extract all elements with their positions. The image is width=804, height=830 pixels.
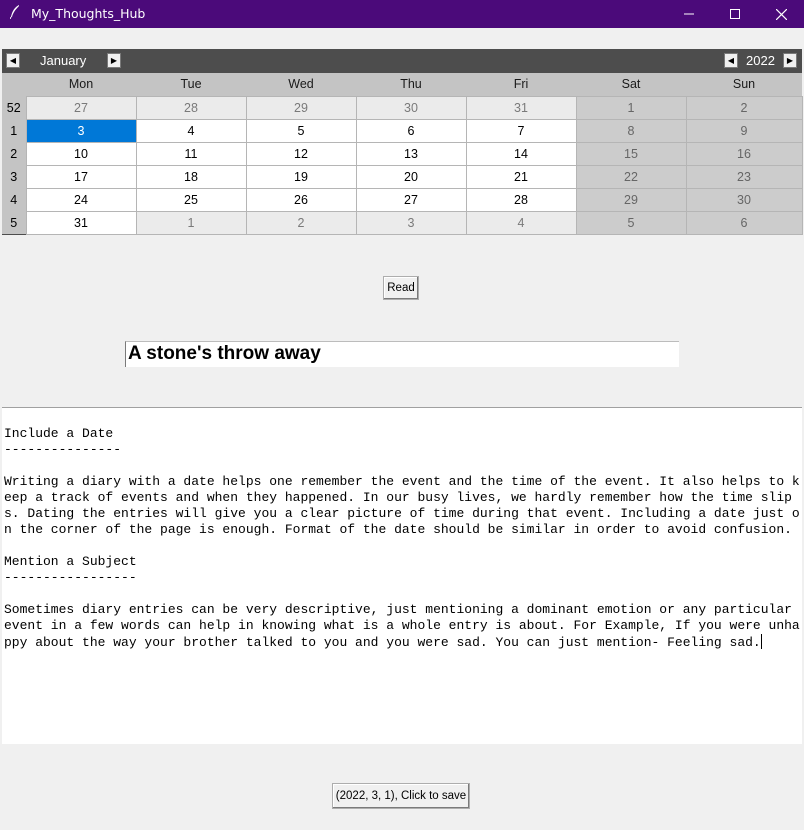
calendar-day[interactable]: 6 (355, 118, 467, 143)
calendar-week-row: 5 31 1 2 3 4 5 6 (2, 210, 803, 235)
calendar-week-row: 3 17 18 19 20 21 22 23 (2, 164, 803, 189)
weekday-header: Wed (246, 73, 356, 96)
calendar-day[interactable]: 13 (355, 141, 467, 166)
diary-text-area[interactable]: Include a Date --------------- Writing a… (2, 407, 802, 744)
calendar-day[interactable]: 27 (25, 95, 137, 120)
calendar-day[interactable]: 3 (355, 210, 467, 235)
calendar-day[interactable]: 28 (135, 95, 247, 120)
calendar-week-row: 52 27 28 29 30 31 1 2 (2, 95, 803, 120)
calendar-day[interactable]: 1 (575, 95, 687, 120)
calendar-grid: Mon Tue Wed Thu Fri Sat Sun 52 27 28 29 … (2, 73, 803, 235)
calendar-day[interactable]: 30 (685, 187, 803, 212)
calendar-day[interactable]: 25 (135, 187, 247, 212)
calendar-day[interactable]: 31 (25, 210, 137, 235)
calendar-day[interactable]: 6 (685, 210, 803, 235)
calendar-day[interactable]: 8 (575, 118, 687, 143)
calendar-day[interactable]: 5 (575, 210, 687, 235)
week-number: 2 (2, 142, 26, 165)
calendar-day[interactable]: 29 (575, 187, 687, 212)
calendar-day[interactable]: 19 (245, 164, 357, 189)
weekday-header-row: Mon Tue Wed Thu Fri Sat Sun (2, 73, 802, 96)
week-number: 52 (2, 96, 26, 119)
calendar-day[interactable]: 9 (685, 118, 803, 143)
close-button[interactable] (758, 0, 804, 28)
weekday-header: Thu (356, 73, 466, 96)
calendar-day[interactable]: 17 (25, 164, 137, 189)
right-arrow-icon: ▶ (786, 55, 794, 65)
calendar-day[interactable]: 29 (245, 95, 357, 120)
week-number: 1 (2, 119, 26, 142)
left-arrow-icon: ◀ (727, 55, 735, 65)
calendar-day[interactable]: 26 (245, 187, 357, 212)
weekday-header: Sat (576, 73, 686, 96)
weekday-header: Fri (466, 73, 576, 96)
calendar-day[interactable]: 10 (25, 141, 137, 166)
minimize-button[interactable] (666, 0, 712, 28)
calendar-week-row: 2 10 11 12 13 14 15 16 (2, 141, 803, 166)
calendar-day[interactable]: 7 (465, 118, 577, 143)
calendar-week-row: 4 24 25 26 27 28 29 30 (2, 187, 803, 212)
calendar-day[interactable]: 22 (575, 164, 687, 189)
calendar-day[interactable]: 27 (355, 187, 467, 212)
maximize-icon (730, 9, 740, 19)
read-button[interactable]: Read (383, 276, 419, 300)
weekday-header: Mon (26, 73, 136, 96)
calendar-day[interactable]: 15 (575, 141, 687, 166)
calendar-day[interactable]: 20 (355, 164, 467, 189)
calendar-widget: ◀ January ▶ ◀ 2022 ▶ Mon Tue Wed Thu Fri… (2, 49, 803, 235)
next-year-button[interactable]: ▶ (783, 53, 797, 68)
month-label: January (40, 53, 87, 68)
minimize-icon (684, 13, 694, 15)
weekday-header: Sun (686, 73, 802, 96)
text-cursor (760, 634, 762, 649)
week-number-header (2, 73, 26, 96)
weekday-header: Tue (136, 73, 246, 96)
feather-pen-icon (9, 5, 20, 23)
right-arrow-icon: ▶ (110, 55, 118, 65)
calendar-day[interactable]: 4 (465, 210, 577, 235)
calendar-day[interactable]: 16 (685, 141, 803, 166)
calendar-day[interactable]: 23 (685, 164, 803, 189)
left-arrow-icon: ◀ (9, 55, 17, 65)
prev-month-button[interactable]: ◀ (6, 53, 20, 68)
calendar-day[interactable]: 18 (135, 164, 247, 189)
close-icon (775, 8, 787, 20)
calendar-week-row: 1 3 4 5 6 7 8 9 (2, 118, 803, 143)
week-number: 4 (2, 188, 26, 211)
calendar-day-selected[interactable]: 3 (25, 118, 137, 143)
prev-year-button[interactable]: ◀ (724, 53, 738, 68)
calendar-day[interactable]: 24 (25, 187, 137, 212)
calendar-day[interactable]: 2 (685, 95, 803, 120)
calendar-day[interactable]: 11 (135, 141, 247, 166)
calendar-day[interactable]: 31 (465, 95, 577, 120)
calendar-day[interactable]: 5 (245, 118, 357, 143)
year-label: 2022 (746, 53, 775, 68)
calendar-day[interactable]: 14 (465, 141, 577, 166)
calendar-day[interactable]: 4 (135, 118, 247, 143)
maximize-button[interactable] (712, 0, 758, 28)
next-month-button[interactable]: ▶ (107, 53, 121, 68)
diary-text-content: Include a Date --------------- Writing a… (4, 426, 800, 650)
calendar-day[interactable]: 21 (465, 164, 577, 189)
calendar-day[interactable]: 30 (355, 95, 467, 120)
title-bar: My_Thoughts_Hub (0, 0, 804, 28)
entry-title-input[interactable]: A stone's throw away (125, 341, 679, 367)
calendar-day[interactable]: 28 (465, 187, 577, 212)
save-button[interactable]: (2022, 3, 1), Click to save (332, 783, 470, 809)
window-title: My_Thoughts_Hub (31, 6, 146, 21)
week-number: 5 (2, 211, 26, 234)
week-number: 3 (2, 165, 26, 188)
calendar-day[interactable]: 2 (245, 210, 357, 235)
calendar-day[interactable]: 1 (135, 210, 247, 235)
calendar-day[interactable]: 12 (245, 141, 357, 166)
calendar-header: ◀ January ▶ ◀ 2022 ▶ (2, 49, 802, 73)
